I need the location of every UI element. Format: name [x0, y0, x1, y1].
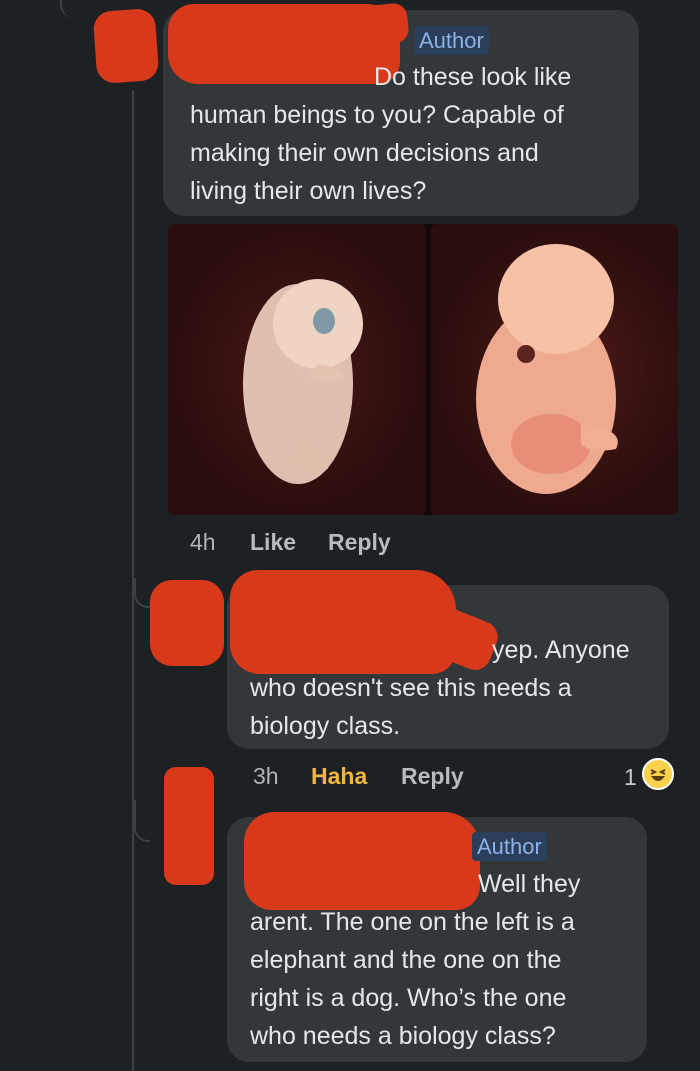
haha-reaction-button[interactable]: Haha — [311, 763, 367, 790]
author-badge: Author — [414, 26, 489, 55]
reply-button[interactable]: Reply — [401, 763, 464, 790]
comment-text: arent. The one on the left is a elephant… — [250, 908, 575, 1050]
reply-button[interactable]: Reply — [328, 529, 391, 556]
author-name-redacted-scribble — [328, 2, 410, 50]
thread-connector-reply-2 — [134, 800, 150, 842]
thread-connector-reply-1 — [134, 578, 150, 608]
avatar-redacted[interactable] — [92, 7, 160, 85]
photo-right-embryo[interactable] — [431, 224, 678, 515]
author-badge: Author — [472, 832, 547, 861]
haha-emoji-icon — [642, 758, 674, 790]
comment-timestamp: 3h — [253, 763, 279, 789]
reaction-count: 1 — [624, 764, 637, 790]
thread-connector-top — [60, 0, 102, 18]
avatar-redacted[interactable] — [164, 767, 214, 885]
comment-text-first-line: yep. Anyone — [492, 636, 630, 664]
avatar-redacted[interactable] — [150, 580, 224, 666]
author-name-redacted[interactable] — [244, 812, 480, 910]
comment-text-first-line: Well they — [478, 870, 581, 898]
comment-text: human beings to you? Capable of making t… — [190, 101, 564, 205]
comment-timestamp: 4h — [190, 529, 216, 555]
attached-photos[interactable] — [168, 224, 678, 515]
comment-text: who doesn't see this needs a biology cla… — [250, 674, 572, 740]
like-button[interactable]: Like — [250, 529, 296, 556]
comment-text-first-line: Do these look like — [374, 63, 572, 91]
photo-left-embryo[interactable] — [168, 224, 426, 515]
